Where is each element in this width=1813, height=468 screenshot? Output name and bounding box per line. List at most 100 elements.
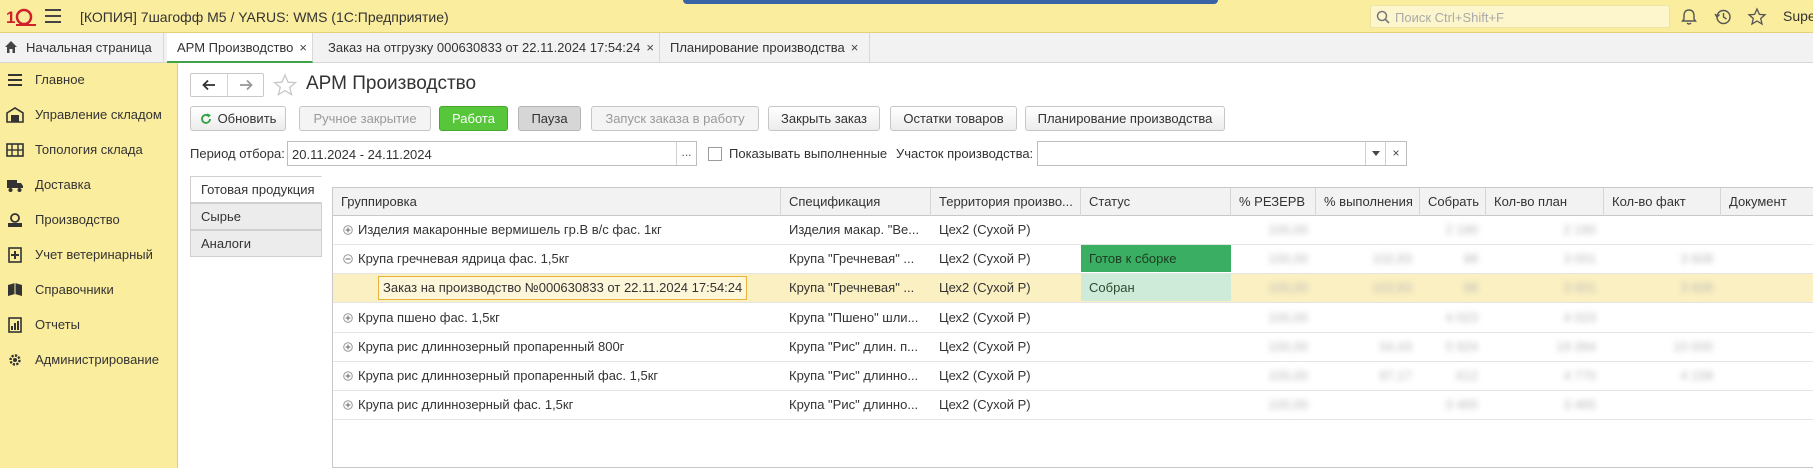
- sidebar-item-vet[interactable]: Учет ветеринарный: [0, 240, 178, 270]
- current-user[interactable]: Supervisor: [1783, 8, 1813, 24]
- production-table: Группировка Спецификация Территория прои…: [332, 187, 1813, 468]
- column-header-collect[interactable]: Собрать: [1420, 188, 1486, 216]
- column-header-status[interactable]: Статус: [1081, 188, 1231, 216]
- period-input[interactable]: [292, 145, 672, 163]
- book-icon: [8, 283, 22, 296]
- show-done-checkbox[interactable]: [708, 147, 722, 161]
- cell-spec: Крупа "Гречневая" ...: [789, 251, 915, 267]
- cell-reserve: 100,00: [1268, 338, 1308, 354]
- column-header-reserve[interactable]: % РЕЗЕРВ: [1231, 188, 1316, 216]
- favorite-star-icon[interactable]: [272, 73, 298, 97]
- sidebar-item-main[interactable]: Главное: [0, 65, 178, 95]
- cell-territory: Цех2 (Сухой Р): [939, 338, 1031, 354]
- cell-fact: 4 158: [1680, 368, 1713, 383]
- area-field[interactable]: ×: [1037, 141, 1407, 166]
- cell-doc: [1721, 245, 1813, 273]
- sidebar-item-topology[interactable]: Топология склада: [0, 135, 178, 165]
- global-search[interactable]: [1370, 5, 1670, 28]
- table-header: Группировка Спецификация Территория прои…: [333, 188, 1813, 216]
- work-button[interactable]: Работа: [439, 106, 508, 131]
- search-input[interactable]: [1395, 8, 1665, 26]
- cell-group: Крупа гречневая ядрица фас. 1,5кг: [333, 245, 781, 273]
- table-row[interactable]: Крупа гречневая ядрица фас. 1,5кг Крупа "…: [333, 245, 1813, 275]
- column-header-done[interactable]: % выполнения: [1316, 188, 1420, 216]
- area-input[interactable]: [1042, 145, 1362, 163]
- cell-plan: 3 001: [1563, 251, 1596, 267]
- expand-icon[interactable]: [343, 341, 353, 352]
- sidebar-item-label: Справочники: [35, 282, 114, 297]
- close-order-button[interactable]: Закрыть заказ: [768, 106, 880, 131]
- table-row[interactable]: Крупа рис длиннозерный пропаренный фас. …: [333, 362, 1813, 391]
- favorites-star-icon[interactable]: [1747, 7, 1767, 27]
- back-button[interactable]: [191, 74, 227, 96]
- sidebar-item-reports[interactable]: Отчеты: [0, 310, 178, 340]
- side-tab-finished-goods[interactable]: Готовая продукция: [190, 176, 322, 203]
- manual-close-button[interactable]: Ручное закрытие: [299, 106, 431, 131]
- sidebar-item-production[interactable]: Производство: [0, 205, 178, 235]
- arrow-right-icon: [239, 79, 253, 91]
- forward-button[interactable]: [227, 74, 263, 96]
- 1c-logo-icon[interactable]: 1: [6, 6, 36, 28]
- area-clear-button[interactable]: ×: [1385, 142, 1406, 165]
- cell-done: 87,17: [1379, 368, 1412, 383]
- period-label: Период отбора:: [190, 146, 285, 161]
- expand-icon[interactable]: [343, 312, 353, 323]
- tab-shipment-order[interactable]: Заказ на отгрузку 000630833 от 22.11.202…: [318, 33, 660, 63]
- tab-close-icon[interactable]: ×: [851, 40, 859, 55]
- expand-icon[interactable]: [343, 225, 353, 235]
- table-row[interactable]: Заказ на производство №000630833 от 22.1…: [333, 274, 1813, 304]
- table-row[interactable]: Крупа рис длиннозерный пропаренный 800г К…: [333, 333, 1813, 362]
- bell-icon[interactable]: [1679, 7, 1699, 27]
- sidebar-item-delivery[interactable]: Доставка: [0, 170, 178, 200]
- column-header-grouping[interactable]: Группировка: [333, 188, 781, 216]
- collapse-icon[interactable]: [343, 254, 353, 264]
- cell-plan: 19 394: [1556, 338, 1596, 354]
- production-order-link[interactable]: Заказ на производство №000630833 от 22.1…: [378, 276, 748, 301]
- sidebar-item-admin[interactable]: Администрирование: [0, 345, 178, 375]
- sidebar-item-label: Управление складом: [35, 107, 162, 122]
- column-header-spec[interactable]: Спецификация: [781, 188, 931, 216]
- table-row[interactable]: Крупа рис длиннозерный фас. 1,5кг Крупа "…: [333, 391, 1813, 421]
- pause-button[interactable]: Пауза: [518, 106, 581, 131]
- column-header-plan[interactable]: Кол-во план: [1486, 188, 1604, 216]
- main-menu-icon[interactable]: [45, 9, 61, 23]
- sidebar-item-label: Доставка: [35, 177, 91, 192]
- cell-done: 54,43: [1379, 338, 1412, 354]
- cell-group: Крупа пшено фас. 1,5кг: [333, 304, 781, 332]
- period-select-button[interactable]: ...: [676, 142, 696, 165]
- column-header-fact[interactable]: Кол-во факт: [1604, 188, 1721, 216]
- tab-close-icon[interactable]: ×: [646, 40, 654, 55]
- cell-fact: 3 608: [1680, 280, 1713, 296]
- column-header-territory[interactable]: Территория произво...: [931, 188, 1081, 216]
- cell-spec: Крупа "Пшено" шли...: [789, 309, 919, 325]
- tab-close-icon[interactable]: ×: [299, 40, 307, 55]
- period-field[interactable]: ...: [287, 141, 697, 166]
- table-row[interactable]: Крупа пшено фас. 1,5кг Крупа "Пшено" шли.…: [333, 304, 1813, 333]
- column-header-document[interactable]: Документ: [1721, 188, 1813, 216]
- stock-button[interactable]: Остатки товаров: [890, 106, 1017, 131]
- tab-arm-production[interactable]: АРМ Производство ×: [167, 33, 313, 63]
- tab-home[interactable]: Начальная страница: [0, 33, 164, 63]
- planning-button[interactable]: Планирование производства: [1025, 106, 1225, 131]
- cell-collect: 3 465: [1445, 397, 1478, 413]
- side-tab-analogs[interactable]: Аналоги: [190, 230, 322, 257]
- show-done-label[interactable]: Показывать выполненные: [729, 146, 887, 161]
- row-group-label: Изделия макаронные вермишель гр.В в/с фа…: [358, 222, 662, 237]
- area-dropdown-button[interactable]: [1365, 142, 1385, 165]
- expand-icon[interactable]: [343, 371, 353, 381]
- table-row[interactable]: Изделия макаронные вермишель гр.В в/с фа…: [333, 216, 1813, 245]
- launch-order-button[interactable]: Запуск заказа в работу: [591, 106, 759, 131]
- row-group-label: Крупа рис длиннозерный пропаренный 800г: [358, 338, 625, 354]
- tab-production-planning[interactable]: Планирование производства ×: [660, 33, 870, 63]
- cell-group: Крупа рис длиннозерный пропаренный 800г: [333, 333, 781, 361]
- cell-fact: [1604, 391, 1721, 419]
- cell-reserve: 100,00: [1268, 397, 1308, 413]
- side-tab-raw-materials[interactable]: Сырье: [190, 203, 322, 230]
- expand-icon[interactable]: [343, 400, 353, 410]
- sidebar-item-warehouse[interactable]: Управление складом: [0, 100, 178, 130]
- refresh-button[interactable]: Обновить: [190, 106, 286, 131]
- cell-spec: Крупа "Рис" длинно...: [789, 397, 919, 413]
- refresh-label: Обновить: [217, 111, 277, 126]
- history-icon[interactable]: [1713, 7, 1733, 27]
- sidebar-item-references[interactable]: Справочники: [0, 275, 178, 305]
